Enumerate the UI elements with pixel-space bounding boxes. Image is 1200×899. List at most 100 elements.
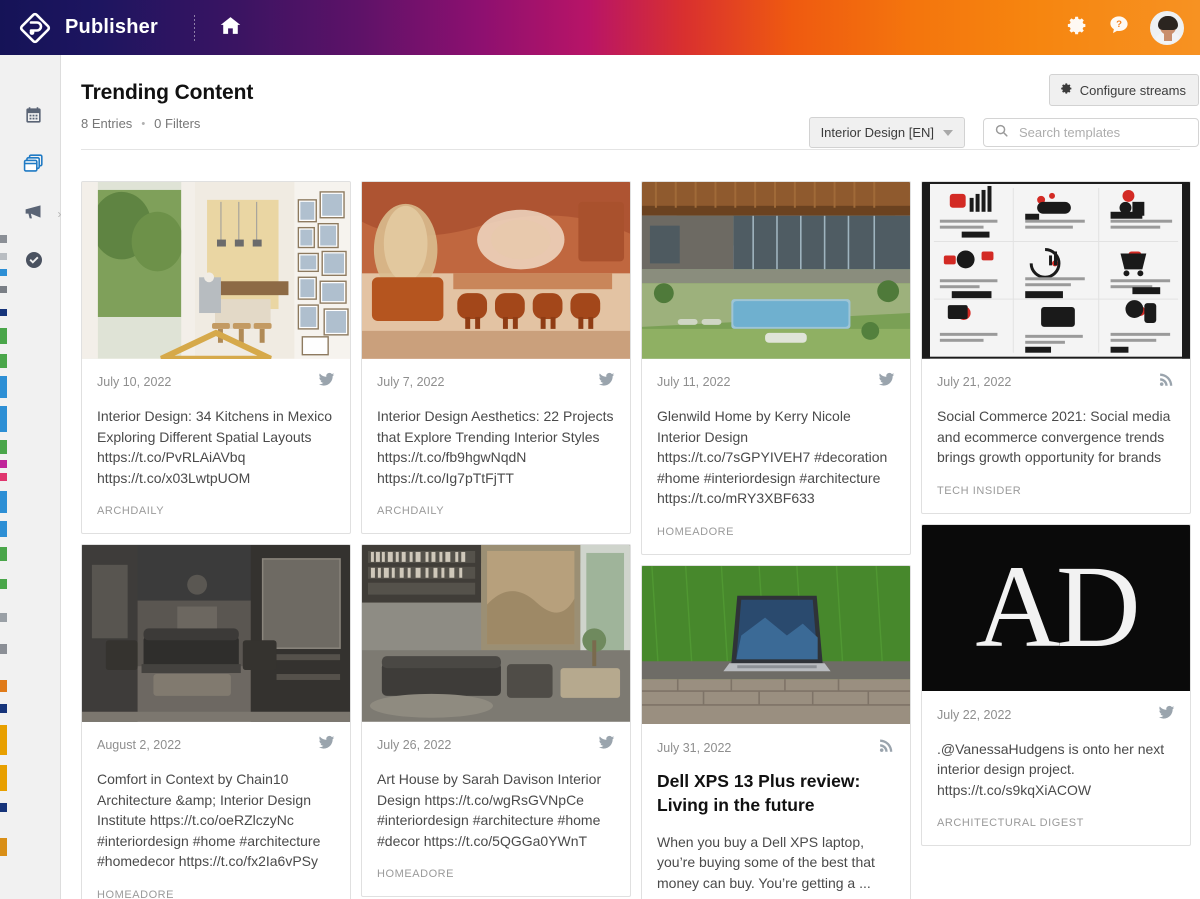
card-image-dark-modern-living-room bbox=[82, 545, 350, 723]
home-button[interactable] bbox=[219, 14, 242, 42]
card-text: Interior Design Aesthetics: 22 Projects … bbox=[377, 408, 614, 486]
check-circle-icon bbox=[24, 250, 44, 275]
search-icon bbox=[994, 123, 1009, 143]
help-button[interactable]: ? bbox=[1108, 14, 1130, 41]
avatar[interactable] bbox=[1150, 10, 1184, 45]
card-body: July 7, 2022 Interior Design Aesthetics:… bbox=[362, 360, 630, 533]
content-card[interactable]: July 7, 2022 Interior Design Aesthetics:… bbox=[361, 181, 631, 534]
card-source: ARCHDAILY bbox=[377, 505, 445, 517]
twitter-icon bbox=[1158, 704, 1175, 726]
card-body: August 2, 2022 Comfort in Context by Cha… bbox=[82, 723, 350, 899]
card-meta: July 10, 2022 bbox=[97, 371, 335, 393]
gear-icon bbox=[1060, 82, 1073, 98]
content-card[interactable]: AD July 22, 2022 .@VanessaHudgens is ont… bbox=[921, 523, 1191, 846]
sidebar-item-approvals[interactable] bbox=[20, 251, 48, 273]
collapsed-panel-edge[interactable] bbox=[0, 55, 7, 899]
board-column-3: July 11, 2022 Glenwild Home by Kerry Nic… bbox=[641, 181, 911, 899]
content-card[interactable]: July 21, 2022 Social Commerce 2021: Soci… bbox=[921, 181, 1191, 514]
rss-icon bbox=[878, 737, 895, 759]
content-toolbar: Interior Design [EN] bbox=[808, 117, 1199, 148]
card-text: Social Commerce 2021: Social media and e… bbox=[937, 408, 1171, 465]
card-source: HOMEADORE bbox=[377, 868, 455, 880]
card-date: July 10, 2022 bbox=[97, 375, 172, 389]
board-column-4: July 21, 2022 Social Commerce 2021: Soci… bbox=[921, 181, 1191, 899]
page-title: Trending Content bbox=[81, 81, 254, 104]
card-date: July 22, 2022 bbox=[937, 707, 1012, 722]
card-meta: July 31, 2022 bbox=[657, 739, 895, 757]
content-card[interactable]: July 26, 2022 Art House by Sarah Davison… bbox=[361, 544, 631, 897]
card-text: .@VanessaHudgens is onto her next interi… bbox=[937, 740, 1165, 798]
card-text: Art House by Sarah Davison Interior Desi… bbox=[377, 771, 602, 849]
svg-text:?: ? bbox=[1116, 19, 1122, 30]
brand[interactable]: Publisher bbox=[0, 11, 158, 45]
chevron-right-icon: › bbox=[57, 207, 62, 221]
card-image-interior-kitchen-gallery-wall bbox=[82, 182, 350, 360]
twitter-icon bbox=[598, 371, 615, 393]
twitter-icon bbox=[318, 371, 335, 393]
card-body: July 26, 2022 Art House by Sarah Davison… bbox=[362, 723, 630, 896]
configure-streams-button[interactable]: Configure streams bbox=[1048, 74, 1199, 106]
twitter-icon bbox=[598, 734, 615, 756]
card-body: July 21, 2022 Social Commerce 2021: Soci… bbox=[922, 360, 1190, 513]
brand-name: Publisher bbox=[65, 16, 158, 38]
search-input[interactable] bbox=[1017, 124, 1188, 141]
card-source: HOMEADORE bbox=[97, 888, 175, 899]
rss-icon bbox=[1158, 371, 1175, 393]
publisher-diamond-logo-icon bbox=[18, 11, 52, 45]
topbar-divider bbox=[193, 14, 195, 41]
card-text: Comfort in Context by Chain10 Architectu… bbox=[97, 771, 321, 869]
card-meta: July 26, 2022 bbox=[377, 734, 615, 756]
board-column-2: July 7, 2022 Interior Design Aesthetics:… bbox=[361, 181, 631, 899]
card-image-art-house-library-living-room bbox=[362, 545, 630, 723]
card-body: July 31, 2022 Dell XPS 13 Plus review: L… bbox=[642, 726, 910, 899]
content-board: July 10, 2022 Interior Design: 34 Kitche… bbox=[81, 181, 1200, 899]
home-icon bbox=[219, 14, 242, 42]
card-headline: Dell XPS 13 Plus review: Living in the f… bbox=[657, 770, 861, 815]
content-card[interactable]: July 11, 2022 Glenwild Home by Kerry Nic… bbox=[641, 181, 911, 555]
sidebar-item-content[interactable] bbox=[20, 153, 48, 179]
card-date: July 11, 2022 bbox=[657, 375, 731, 389]
card-source: TECH INSIDER bbox=[937, 484, 1022, 497]
board-column-1: July 10, 2022 Interior Design: 34 Kitche… bbox=[81, 181, 351, 899]
card-image-social-commerce-infographic bbox=[922, 182, 1190, 360]
card-image-laptop-on-grass bbox=[642, 565, 910, 726]
page-header: Trending Content 8 Entries • 0 Filters C… bbox=[62, 55, 1200, 150]
subtitle-separator: • bbox=[141, 117, 146, 130]
card-source: ARCHITECTURAL DIGEST bbox=[937, 817, 1084, 829]
card-meta: July 7, 2022 bbox=[377, 371, 615, 393]
megaphone-icon bbox=[23, 201, 44, 227]
card-image-glenwild-modern-house-exterior bbox=[642, 182, 910, 360]
card-text: Glenwild Home by Kerry Nicole Interior D… bbox=[657, 408, 888, 506]
gear-icon bbox=[1067, 15, 1088, 41]
content-card[interactable]: July 10, 2022 Interior Design: 34 Kitche… bbox=[81, 181, 351, 534]
settings-button[interactable] bbox=[1067, 15, 1088, 41]
card-body: July 22, 2022 .@VanessaHudgens is onto h… bbox=[922, 693, 1190, 846]
card-source: HOMEADORE bbox=[657, 525, 735, 538]
sidebar-item-calendar[interactable] bbox=[20, 107, 48, 129]
header-divider bbox=[81, 149, 1180, 150]
stream-select-value: Interior Design [EN] bbox=[820, 125, 934, 140]
card-body: July 10, 2022 Interior Design: 34 Kitche… bbox=[82, 360, 350, 533]
card-meta: July 11, 2022 bbox=[657, 371, 895, 393]
card-meta: July 22, 2022 bbox=[937, 704, 1175, 726]
card-text: Interior Design: 34 Kitchens in Mexico E… bbox=[97, 408, 332, 486]
sidebar-item-campaigns[interactable]: › bbox=[20, 201, 62, 227]
content-stack-icon bbox=[23, 153, 44, 179]
chevron-down-icon bbox=[943, 129, 953, 136]
twitter-icon bbox=[318, 734, 335, 756]
content-card[interactable]: August 2, 2022 Comfort in Context by Cha… bbox=[81, 544, 351, 899]
help-question-icon: ? bbox=[1108, 14, 1130, 41]
svg-text:AD: AD bbox=[975, 543, 1136, 672]
card-date: July 31, 2022 bbox=[657, 740, 732, 755]
card-text: When you buy a Dell XPS laptop, you’re b… bbox=[657, 833, 875, 891]
content-card[interactable]: July 31, 2022 Dell XPS 13 Plus review: L… bbox=[641, 564, 911, 899]
card-image-ad-logo-black: AD bbox=[922, 524, 1190, 693]
card-body: July 11, 2022 Glenwild Home by Kerry Nic… bbox=[642, 360, 910, 554]
top-bar: Publisher ? bbox=[0, 0, 1200, 55]
search-templates-field[interactable] bbox=[983, 118, 1199, 147]
twitter-icon bbox=[878, 371, 895, 393]
main-content: Trending Content 8 Entries • 0 Filters C… bbox=[62, 55, 1200, 899]
calendar-icon bbox=[24, 106, 43, 130]
left-sidebar: › bbox=[7, 55, 62, 899]
stream-select[interactable]: Interior Design [EN] bbox=[808, 117, 965, 148]
